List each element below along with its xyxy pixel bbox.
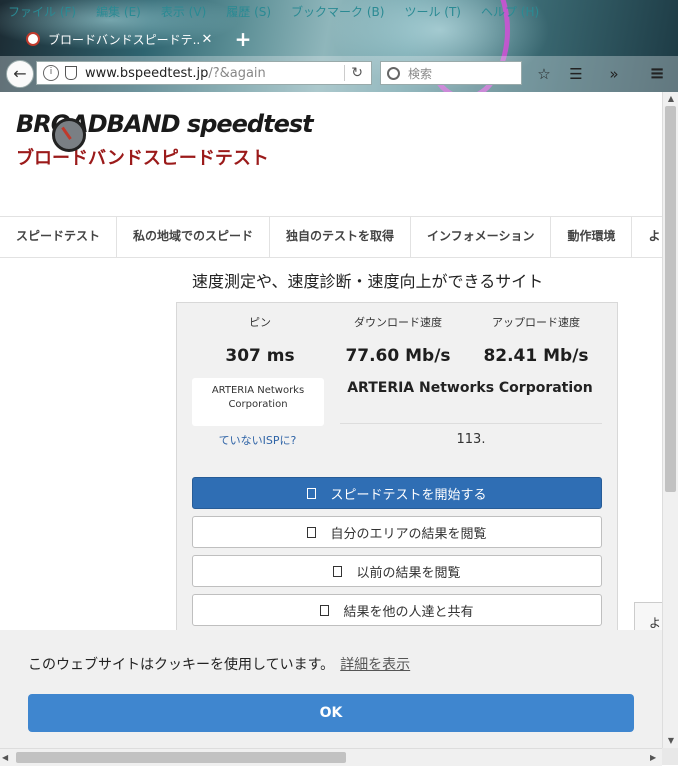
info-icon[interactable]: i	[43, 65, 59, 81]
search-input[interactable]: 検索	[380, 61, 522, 85]
shield-icon[interactable]	[65, 66, 77, 80]
menu-bookmarks[interactable]: ブックマーク (B)	[291, 3, 384, 20]
download-label: ダウンロード速度	[354, 316, 442, 329]
vertical-scroll-thumb[interactable]	[665, 106, 676, 492]
upload-label: アップロード速度	[492, 316, 580, 329]
nav-information[interactable]: インフォメーション	[411, 217, 552, 257]
result-number: 113.	[456, 432, 486, 447]
start-speedtest-label: スピードテストを開始する	[330, 487, 487, 503]
vertical-scrollbar[interactable]: ▲ ▼	[662, 92, 678, 748]
ping-label: ピン	[249, 316, 271, 329]
divider	[340, 423, 602, 424]
nav-speedtest[interactable]: スピードテスト	[0, 217, 118, 257]
reading-list-icon[interactable]: ☰	[566, 64, 586, 84]
reload-icon[interactable]: ↻	[344, 65, 363, 81]
menu-bar: ファイル (F) 編集 (E) 表示 (V) 履歴 (S) ブックマーク (B)…	[0, 0, 678, 22]
url-bar[interactable]: i www.bspeedtest.jp/?&again ↻	[36, 61, 372, 85]
cookie-details-link[interactable]: 詳細を表示	[340, 657, 410, 673]
nav-local-speed[interactable]: 私の地域でのスピード	[117, 217, 271, 257]
page-tagline: 速度測定や、速度診断・速度向上ができるサイト	[192, 272, 544, 291]
cookie-text: このウェブサイトはクッキーを使用しています。	[28, 657, 335, 673]
horizontal-scrollbar[interactable]: ◀ ▶	[0, 748, 662, 766]
cookie-message: このウェブサイトはクッキーを使用しています。 詳細を表示	[28, 654, 410, 674]
document-icon	[333, 565, 343, 577]
back-button[interactable]: ←	[6, 60, 34, 88]
hamburger-menu-icon[interactable]: ≡	[647, 64, 667, 84]
menu-view[interactable]: 表示 (V)	[161, 3, 206, 20]
tab-title: ブロードバンドスピードテ...	[48, 32, 200, 47]
ping-value: 307 ms	[225, 346, 295, 366]
search-placeholder: 検索	[408, 66, 433, 81]
nav-requirements[interactable]: 動作環境	[551, 217, 633, 257]
cookie-ok-button[interactable]: OK	[28, 694, 634, 732]
overflow-chevron-icon[interactable]: »	[604, 64, 624, 84]
download-value: 77.60 Mb/s	[345, 346, 451, 366]
menu-tools[interactable]: ツール (T)	[404, 3, 461, 20]
site-logo[interactable]: BROADBAND speedtest ブロードバンドスピードテスト	[16, 110, 314, 170]
isp-name: ARTERIA Networks Corporation	[347, 380, 593, 396]
menu-file[interactable]: ファイル (F)	[8, 3, 76, 20]
view-area-results-label: 自分のエリアの結果を閲覧	[330, 526, 487, 542]
speedometer-icon	[26, 32, 40, 46]
horizontal-scroll-thumb[interactable]	[16, 752, 346, 763]
scroll-up-arrow-icon[interactable]: ▲	[663, 92, 678, 106]
view-area-results-button[interactable]: 自分のエリアの結果を閲覧	[192, 516, 602, 548]
menu-history[interactable]: 履歴 (S)	[226, 3, 271, 20]
main-nav: スピードテスト 私の地域でのスピード 独自のテストを取得 インフォメーション 動…	[0, 216, 662, 258]
view-previous-results-button[interactable]: 以前の結果を閲覧	[192, 555, 602, 587]
scroll-left-arrow-icon[interactable]: ◀	[2, 749, 8, 766]
speedometer-logo-icon	[52, 118, 86, 152]
search-icon	[387, 66, 400, 80]
active-tab[interactable]: ブロードバンドスピードテ... ✕	[14, 26, 220, 52]
view-previous-results-label: 以前の結果を閲覧	[356, 565, 461, 581]
bookmark-star-icon[interactable]: ☆	[534, 64, 554, 84]
new-tab-button[interactable]: +	[232, 26, 254, 52]
nav-faq[interactable]: よくあ	[632, 217, 662, 257]
isp-box: ARTERIA Networks Corporation	[192, 378, 324, 426]
scrollbar-corner	[662, 748, 678, 765]
tab-strip: ブロードバンドスピードテ... ✕ +	[0, 24, 678, 54]
url-path: /?&again	[208, 65, 266, 81]
document-icon	[307, 526, 317, 538]
url-host: www.bspeedtest.jp	[85, 65, 209, 81]
nav-toolbar: ← i www.bspeedtest.jp/?&again ↻ 検索 ☆ ☰ »…	[0, 56, 678, 92]
menu-edit[interactable]: 編集 (E)	[96, 3, 141, 20]
upload-value: 82.41 Mb/s	[483, 346, 589, 366]
menu-help[interactable]: ヘルプ (H)	[481, 3, 539, 20]
nav-own-test[interactable]: 独自のテストを取得	[270, 217, 412, 257]
not-isp-link[interactable]: ていないISPに?	[190, 432, 325, 448]
scroll-right-arrow-icon[interactable]: ▶	[650, 749, 656, 766]
cookie-banner: このウェブサイトはクッキーを使用しています。 詳細を表示 OK	[0, 630, 662, 748]
document-icon	[320, 604, 330, 616]
scroll-down-arrow-icon[interactable]: ▼	[663, 734, 678, 748]
share-results-label: 結果を他の人達と共有	[343, 604, 474, 620]
close-icon[interactable]: ✕	[200, 32, 214, 47]
document-icon	[307, 487, 317, 499]
start-speedtest-button[interactable]: スピードテストを開始する	[192, 477, 602, 509]
share-results-button[interactable]: 結果を他の人達と共有	[192, 594, 602, 626]
